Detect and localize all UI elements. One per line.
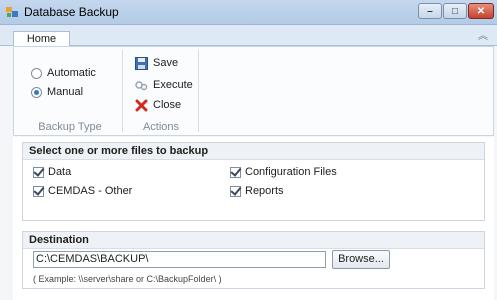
files-groupbox: Select one or more files to backup — [22, 142, 485, 221]
ribbon-tab-strip — [0, 25, 497, 46]
maximize-icon: □ — [451, 5, 459, 17]
group-label-backup-type: Backup Type — [38, 121, 102, 133]
group-divider — [198, 50, 199, 132]
close-button[interactable]: Close — [134, 98, 181, 112]
close-icon — [134, 98, 148, 112]
checkbox-data[interactable]: Data — [33, 166, 71, 178]
window-title: Database Backup — [24, 5, 119, 19]
group-divider — [122, 50, 123, 132]
radio-manual-label: Manual — [47, 86, 84, 98]
close-label: Close — [153, 99, 182, 111]
save-label: Save — [153, 57, 179, 69]
checkbox-reports-box — [230, 185, 241, 197]
minimize-icon: – — [427, 5, 433, 17]
destination-example-text: ( Example: \\server\share or C:\BackupFo… — [33, 274, 222, 284]
checkbox-cemdas-other-box — [33, 185, 44, 197]
radio-automatic-label: Automatic — [47, 67, 96, 79]
checkbox-configuration-files[interactable]: Configuration Files — [230, 166, 337, 178]
group-label-actions: Actions — [142, 121, 180, 133]
files-section-header: Select one or more files to backup — [23, 143, 484, 160]
checkbox-cemdas-other-label: CEMDAS - Other — [48, 185, 133, 197]
checkbox-reports-label: Reports — [245, 185, 284, 197]
radio-manual[interactable]: Manual — [31, 86, 83, 98]
execute-button[interactable]: Execute — [134, 78, 193, 92]
minimize-button[interactable]: – — [418, 3, 442, 19]
checkbox-configuration-files-box — [230, 166, 241, 178]
radio-automatic-indicator — [31, 67, 42, 79]
radio-automatic[interactable]: Automatic — [31, 67, 96, 79]
checkbox-cemdas-other[interactable]: CEMDAS - Other — [33, 185, 132, 197]
save-icon — [134, 56, 148, 70]
save-button[interactable]: Save — [134, 56, 178, 70]
database-app-icon — [6, 7, 18, 17]
destination-section-header: Destination — [23, 232, 484, 249]
destination-path-input[interactable]: C:\CEMDAS\BACKUP\ — [33, 251, 326, 268]
checkbox-configuration-files-label: Configuration Files — [245, 166, 337, 178]
checkbox-reports[interactable]: Reports — [230, 185, 284, 197]
close-window-button[interactable]: ✕ — [468, 3, 494, 19]
collapse-ribbon-icon[interactable]: ︽ — [477, 31, 489, 43]
maximize-button[interactable]: □ — [443, 3, 467, 19]
execute-label: Execute — [153, 79, 193, 91]
radio-manual-indicator — [31, 86, 42, 98]
checkbox-data-label: Data — [48, 166, 72, 178]
title-bar: Database Backup – □ ✕ — [0, 0, 497, 25]
browse-button[interactable]: Browse... — [332, 250, 390, 269]
execute-icon — [134, 78, 148, 92]
close-window-icon: ✕ — [476, 5, 486, 17]
database-backup-window: Database Backup – □ ✕ Home ︽ Automatic M… — [0, 0, 497, 300]
checkbox-data-box — [33, 166, 44, 178]
